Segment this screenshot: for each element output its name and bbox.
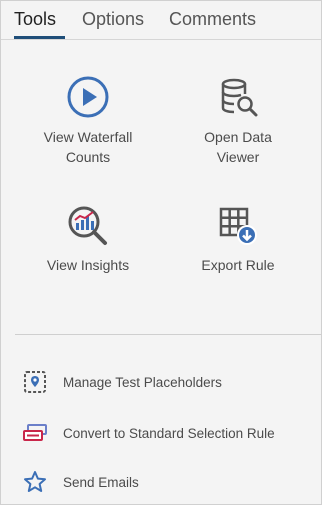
manage-test-placeholders-link[interactable]: Manage Test Placeholders bbox=[21, 368, 316, 396]
view-waterfall-counts-button[interactable]: View Waterfall Counts bbox=[13, 75, 163, 167]
tab-options[interactable]: Options bbox=[82, 9, 144, 30]
export-rule-button[interactable]: Export Rule bbox=[163, 203, 313, 275]
cards-convert-icon bbox=[21, 419, 49, 447]
export-rule-label: Export Rule bbox=[201, 257, 275, 273]
convert-to-standard-selection-rule-label: Convert to Standard Selection Rule bbox=[63, 425, 275, 441]
tab-divider bbox=[1, 39, 321, 40]
play-circle-icon bbox=[67, 76, 109, 118]
send-emails-label: Send Emails bbox=[63, 474, 139, 490]
convert-to-standard-selection-rule-link[interactable]: Convert to Standard Selection Rule bbox=[21, 419, 316, 447]
insights-magnifier-icon bbox=[68, 206, 107, 245]
send-emails-link[interactable]: Send Emails bbox=[21, 468, 316, 496]
section-divider bbox=[15, 334, 322, 335]
open-data-viewer-label-line1: Open Data bbox=[204, 129, 272, 145]
database-search-icon bbox=[221, 78, 258, 117]
grid-download-icon bbox=[219, 207, 257, 245]
view-insights-label: View Insights bbox=[46, 257, 130, 273]
open-data-viewer-label-line2: Viewer bbox=[216, 149, 260, 165]
view-insights-button[interactable]: View Insights bbox=[13, 203, 163, 275]
location-placeholder-icon bbox=[21, 368, 49, 396]
tab-comments[interactable]: Comments bbox=[169, 9, 256, 30]
tab-bar: Tools Options Comments bbox=[1, 1, 321, 39]
open-data-viewer-button[interactable]: Open Data Viewer bbox=[163, 75, 313, 167]
view-waterfall-counts-label-line2: Counts bbox=[65, 149, 111, 165]
tab-tools[interactable]: Tools bbox=[14, 9, 56, 30]
star-icon bbox=[21, 468, 49, 496]
view-waterfall-counts-label-line1: View Waterfall bbox=[43, 129, 133, 145]
manage-test-placeholders-label: Manage Test Placeholders bbox=[63, 374, 222, 390]
tools-panel: Tools Options Comments View Waterfall Co… bbox=[0, 0, 322, 505]
